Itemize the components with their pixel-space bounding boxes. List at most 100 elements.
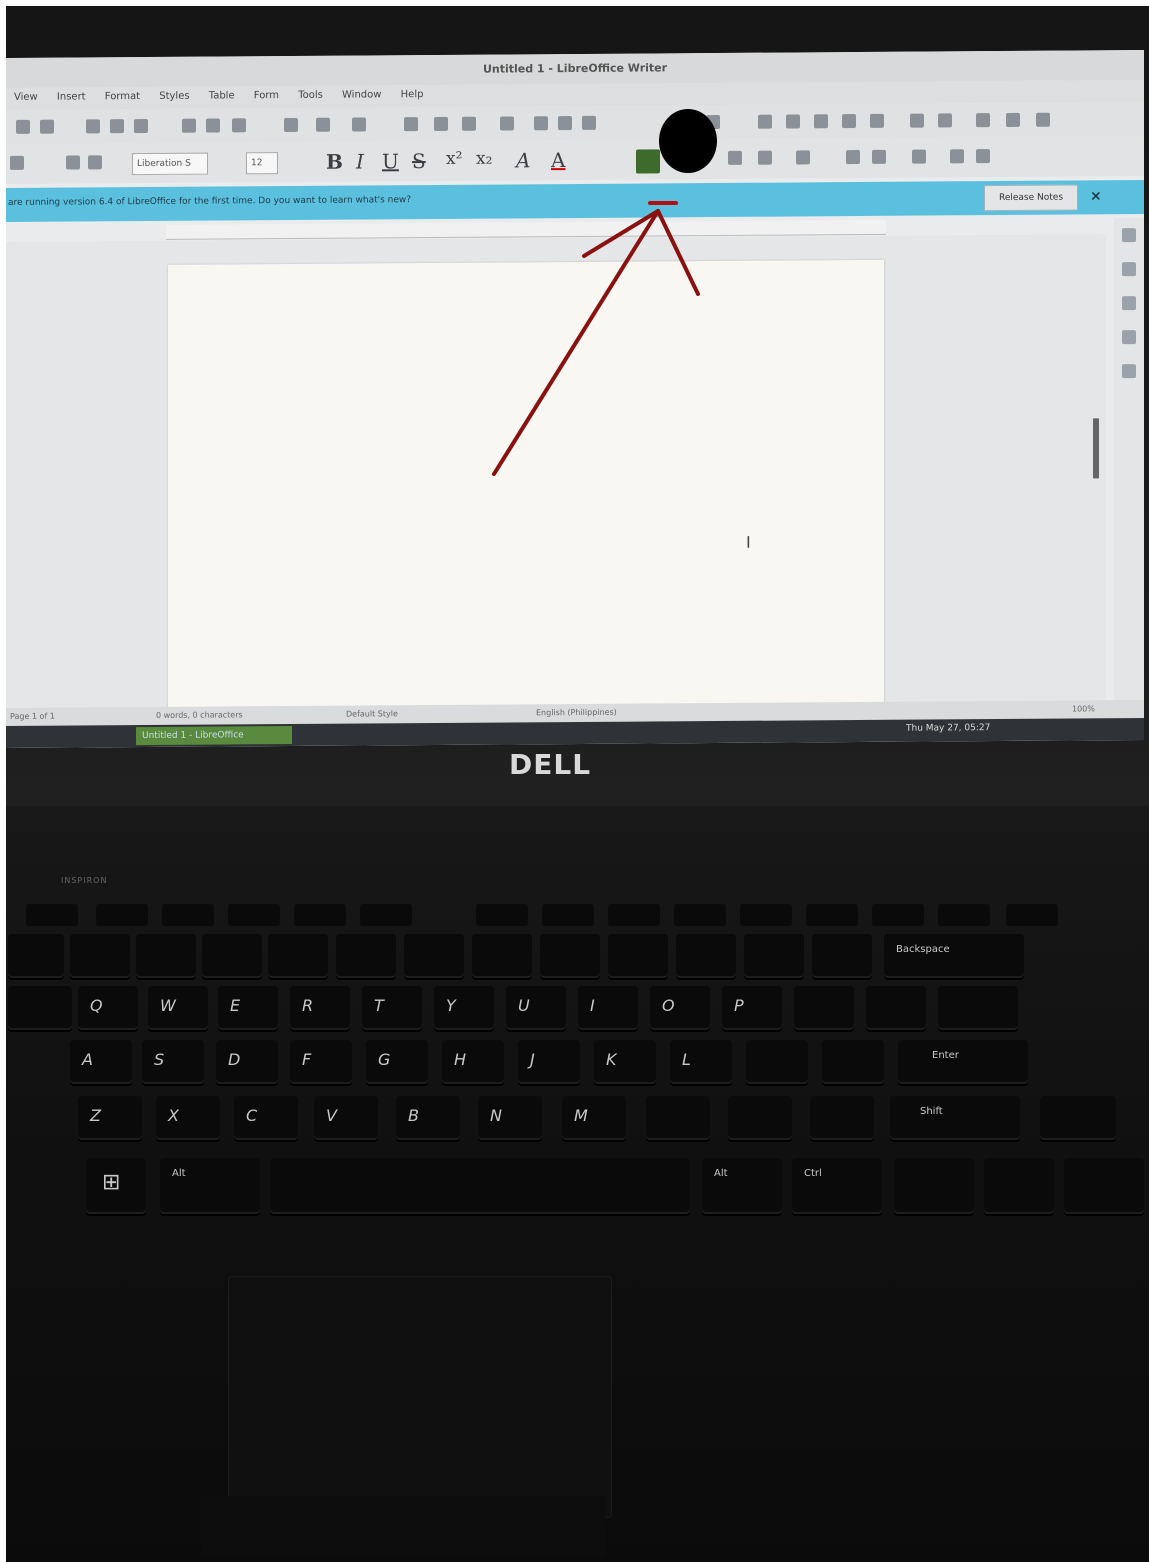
laptop-lid: Untitled 1 - LibreOffice Writer View Ins… [6,6,1149,806]
key-tab[interactable] [8,986,72,1030]
key-f1[interactable] [96,904,148,926]
alt-left-label: Alt [172,1168,186,1179]
key-left[interactable] [984,1158,1054,1214]
key-backtick[interactable] [8,934,64,978]
key-t[interactable]: T [362,986,422,1030]
key-c[interactable]: C [234,1096,298,1140]
touchpad[interactable] [228,1276,612,1518]
alt-right-label: Alt [714,1168,728,1179]
key-a[interactable]: A [70,1040,132,1084]
key-esc[interactable] [26,904,78,926]
key-j-label: J [530,1050,535,1069]
key-alt-left[interactable]: Alt [160,1158,260,1214]
key-f4[interactable] [294,904,346,926]
key-i[interactable]: I [578,986,638,1030]
key-y-label: Y [446,996,456,1015]
key-equals[interactable] [812,934,872,978]
key-q[interactable]: Q [78,986,138,1030]
touchpad-buttons[interactable] [201,1496,606,1556]
key-1[interactable] [70,934,130,978]
key-f5[interactable] [360,904,412,926]
key-9[interactable] [608,934,668,978]
key-alt-right[interactable]: Alt [702,1158,782,1214]
key-delete[interactable] [1006,904,1058,926]
key-k-label: K [606,1050,617,1069]
key-open-bracket[interactable] [794,986,854,1030]
key-v[interactable]: V [314,1096,378,1140]
key-x[interactable]: X [156,1096,220,1140]
key-r[interactable]: R [290,986,350,1030]
key-space[interactable] [270,1158,690,1214]
key-minus[interactable] [744,934,804,978]
model-name: INSPIRON [61,876,108,885]
key-f11[interactable] [806,904,858,926]
key-backslash[interactable] [938,986,1018,1030]
key-up[interactable] [1040,1096,1116,1140]
windows-icon: ⊞ [102,1170,121,1195]
key-f2[interactable] [162,904,214,926]
key-f6[interactable] [476,904,528,926]
key-close-bracket[interactable] [866,986,926,1030]
key-x-label: X [168,1106,179,1125]
key-comma[interactable] [646,1096,710,1140]
key-k[interactable]: K [594,1040,656,1084]
key-z[interactable]: Z [78,1096,142,1140]
key-3[interactable] [202,934,262,978]
key-4[interactable] [268,934,328,978]
key-6[interactable] [404,934,464,978]
key-semicolon[interactable] [746,1040,808,1084]
key-g[interactable]: G [366,1040,428,1084]
key-5[interactable] [336,934,396,978]
ctrl-label: Ctrl [804,1168,822,1179]
key-2[interactable] [136,934,196,978]
key-enter[interactable]: Enter [898,1040,1028,1084]
key-f3[interactable] [228,904,280,926]
key-f[interactable]: F [290,1040,352,1084]
key-h-label: H [454,1050,467,1069]
key-t-label: T [374,996,384,1015]
key-h[interactable]: H [442,1040,504,1084]
enter-label: Enter [932,1050,959,1061]
key-f9[interactable] [674,904,726,926]
key-b-label: B [408,1106,419,1125]
key-n[interactable]: N [478,1096,542,1140]
key-r-label: R [302,996,314,1015]
windows-key[interactable]: ⊞ [86,1158,146,1214]
key-l-label: L [682,1050,691,1069]
key-0[interactable] [676,934,736,978]
key-p[interactable]: P [722,986,782,1030]
dell-logo: DELL [509,748,592,781]
key-f7[interactable] [542,904,594,926]
key-ctrl[interactable]: Ctrl [792,1158,882,1214]
key-j[interactable]: J [518,1040,580,1084]
key-f12[interactable] [872,904,924,926]
key-y[interactable]: Y [434,986,494,1030]
key-menu[interactable] [894,1158,974,1214]
key-p-label: P [734,996,744,1015]
annotation-arrow [492,201,700,476]
backspace-label: Backspace [896,944,950,955]
photo: Untitled 1 - LibreOffice Writer View Ins… [6,6,1149,1562]
key-e[interactable]: E [218,986,278,1030]
key-s[interactable]: S [142,1040,204,1084]
key-quote[interactable] [822,1040,884,1084]
key-7[interactable] [472,934,532,978]
key-l[interactable]: L [670,1040,732,1084]
key-m[interactable]: M [562,1096,626,1140]
key-s-label: S [154,1050,165,1069]
key-f8[interactable] [608,904,660,926]
key-u[interactable]: U [506,986,566,1030]
key-shift[interactable]: Shift [890,1096,1020,1140]
key-8[interactable] [540,934,600,978]
key-w[interactable]: W [148,986,208,1030]
key-down[interactable] [1064,1158,1144,1214]
key-o[interactable]: O [650,986,710,1030]
key-d[interactable]: D [216,1040,278,1084]
key-insert[interactable] [938,904,990,926]
key-backspace[interactable]: Backspace [884,934,1024,978]
key-slash[interactable] [810,1096,874,1140]
key-period[interactable] [728,1096,792,1140]
key-b[interactable]: B [396,1096,460,1140]
key-d-label: D [228,1050,241,1069]
key-f10[interactable] [740,904,792,926]
